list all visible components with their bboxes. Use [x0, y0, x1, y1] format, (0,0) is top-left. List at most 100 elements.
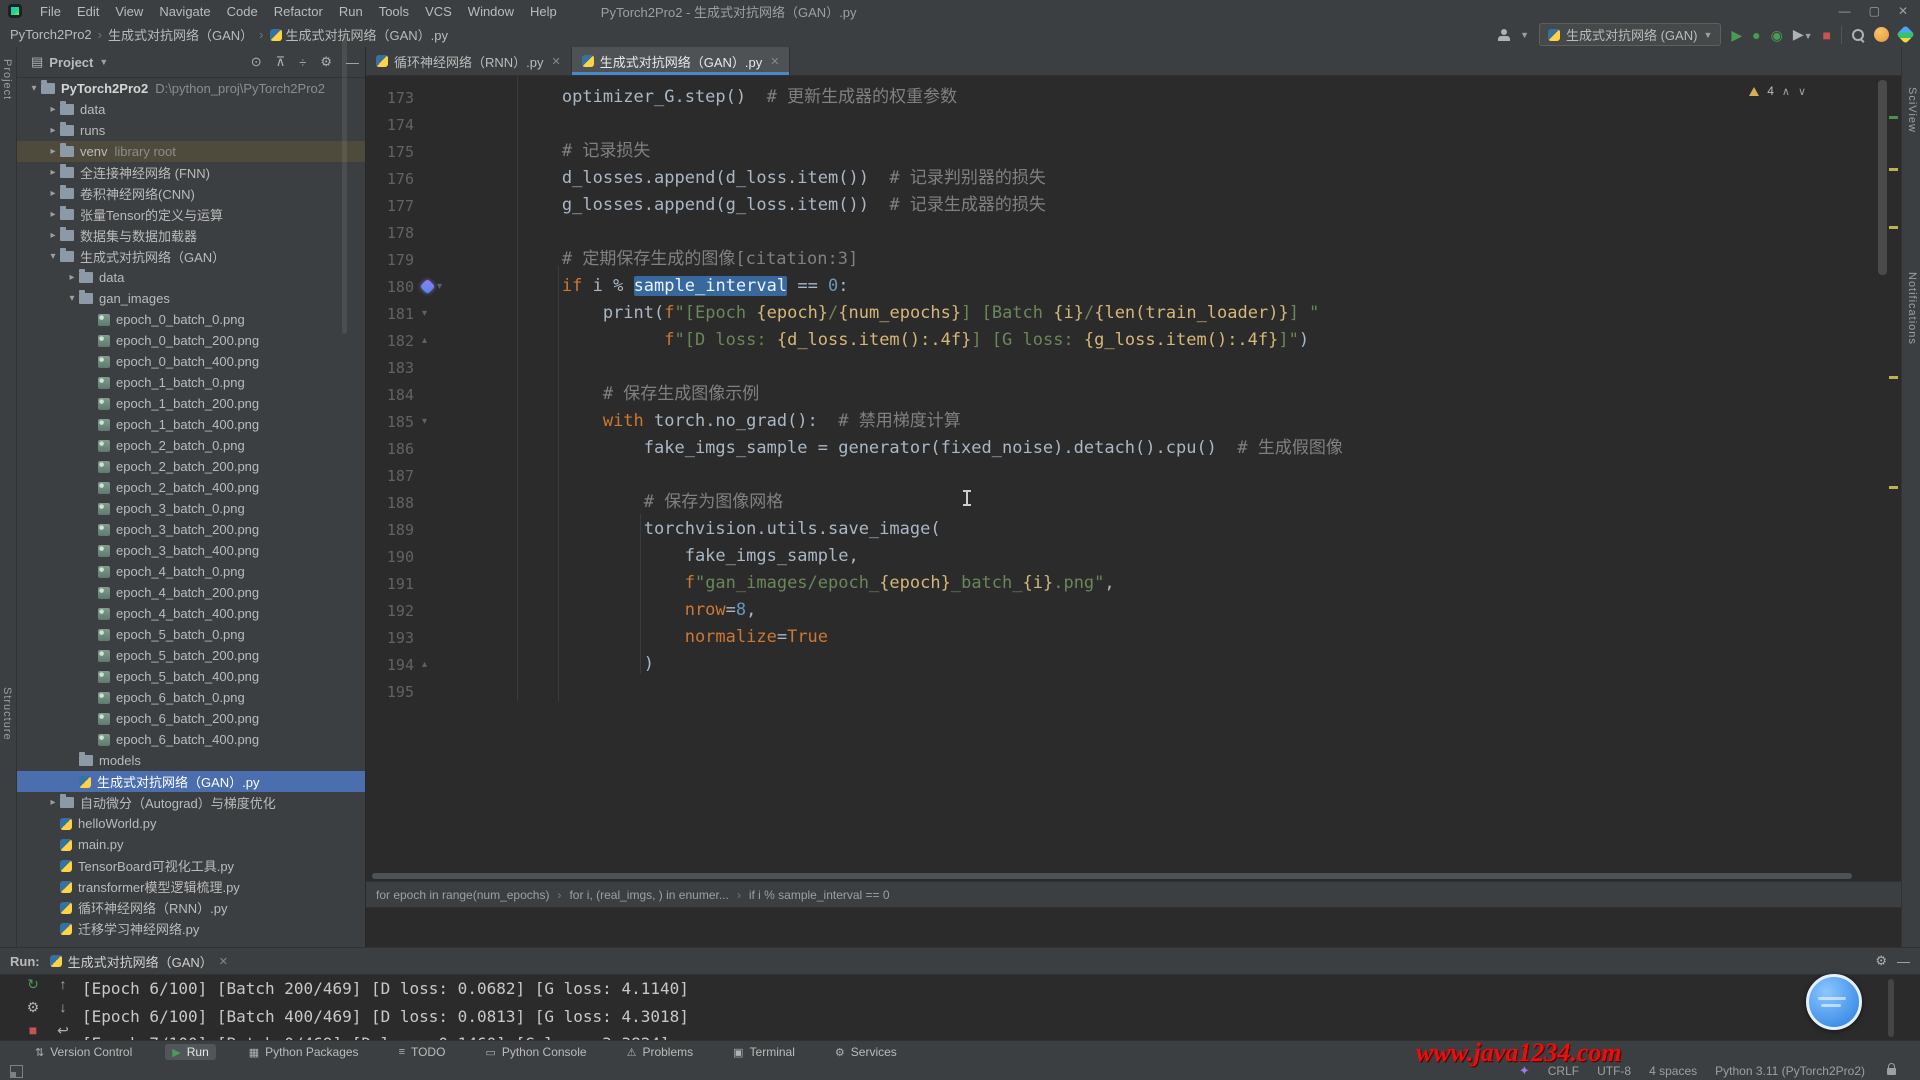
tree-row[interactable]: epoch_5_batch_0.png [17, 624, 365, 645]
code-line[interactable]: 186 fake_imgs_sample = generator(fixed_n… [366, 435, 1901, 462]
toolwindow-button-python-packages[interactable]: ▦Python Packages [242, 1044, 366, 1060]
prev-warning-icon[interactable]: ∧ [1782, 85, 1790, 98]
toolwindow-button-problems[interactable]: ⚠Problems [620, 1044, 701, 1060]
code-line[interactable]: 195 [366, 678, 1901, 705]
tree-row[interactable]: transformer模型逻辑梳理.py [17, 876, 365, 897]
tree-row[interactable]: ▸全连接神经网络 (FNN) [17, 162, 365, 183]
tree-row[interactable]: epoch_1_batch_0.png [17, 372, 365, 393]
tree-row[interactable]: ▸data [17, 99, 365, 120]
tool-stripe-sciview[interactable]: SciView [1906, 87, 1918, 133]
minimize-button[interactable]: — [1839, 4, 1851, 18]
code-line[interactable]: 174 [366, 111, 1901, 138]
fold-collapse-icon[interactable]: ▾ [422, 308, 427, 319]
run-tab[interactable]: 生成式对抗网络（GAN） ✕ [50, 952, 228, 971]
menu-item-navigate[interactable]: Navigate [151, 4, 218, 19]
editor-breadcrumb-item[interactable]: for epoch in range(num_epochs) [376, 888, 549, 902]
tree-row[interactable]: epoch_5_batch_400.png [17, 666, 365, 687]
chevron-right-icon[interactable]: ▸ [46, 797, 60, 808]
profiler-button[interactable]: ▶▼ [1793, 27, 1813, 43]
chevron-right-icon[interactable]: ▸ [46, 104, 60, 115]
run-configuration-select[interactable]: 生成式对抗网络 (GAN) ▼ [1539, 23, 1721, 46]
run-console[interactable]: [Epoch 6/100] [Batch 200/469] [D loss: 0… [82, 975, 1860, 1041]
fold-end-icon[interactable]: ▴ [422, 659, 427, 670]
next-warning-icon[interactable]: ∨ [1798, 85, 1806, 98]
tree-row[interactable]: helloWorld.py [17, 813, 365, 834]
floating-badge[interactable] [1806, 974, 1862, 1030]
console-scrollbar[interactable] [1888, 979, 1894, 1037]
breadcrumb-item[interactable]: 生成式对抗网络（GAN）.py [286, 25, 449, 44]
toolwindow-button-python-console[interactable]: ▭Python Console [478, 1044, 593, 1060]
chevron-right-icon[interactable]: ▸ [46, 230, 60, 241]
code-line[interactable]: 181▾ print(f"[Epoch {epoch}/{num_epochs}… [366, 300, 1901, 327]
tree-row[interactable]: epoch_1_batch_200.png [17, 393, 365, 414]
tree-row[interactable]: epoch_0_batch_200.png [17, 330, 365, 351]
code-line[interactable]: 190 fake_imgs_sample, [366, 543, 1901, 570]
user-icon[interactable] [1498, 29, 1510, 41]
tree-row[interactable]: epoch_5_batch_200.png [17, 645, 365, 666]
search-everywhere-icon[interactable] [1852, 29, 1864, 41]
tree-row[interactable]: ▸张量Tensor的定义与运算 [17, 204, 365, 225]
run-button[interactable]: ▶ [1731, 28, 1742, 42]
code-line[interactable]: 173 optimizer_G.step() # 更新生成器的权重参数 [366, 84, 1901, 111]
menu-item-vcs[interactable]: VCS [417, 4, 460, 19]
tree-row[interactable]: ▸卷积神经网络(CNN) [17, 183, 365, 204]
menu-item-run[interactable]: Run [331, 4, 371, 19]
tool-stripe-project[interactable]: Project [1, 59, 13, 100]
chevron-down-icon[interactable]: ▾ [65, 293, 79, 304]
rerun-icon[interactable]: ↻ [27, 977, 39, 991]
code-line[interactable]: 192 nrow=8, [366, 597, 1901, 624]
collapse-all-icon[interactable]: ⊼ [276, 54, 286, 70]
tree-row[interactable]: 循环神经网络（RNN）.py [17, 897, 365, 918]
chevron-right-icon[interactable]: ▸ [65, 272, 79, 283]
tree-row[interactable]: 生成式对抗网络（GAN）.py [17, 771, 365, 792]
editor-breadcrumb-item[interactable]: if i % sample_interval == 0 [749, 888, 890, 902]
status-item[interactable]: 4 spaces [1649, 1064, 1697, 1078]
chevron-right-icon[interactable]: ▸ [46, 146, 60, 157]
tree-row[interactable]: epoch_6_batch_400.png [17, 729, 365, 750]
menu-item-help[interactable]: Help [522, 4, 565, 19]
chevron-down-icon[interactable]: ▾ [27, 83, 41, 94]
breadcrumb-item[interactable]: 生成式对抗网络（GAN） [108, 25, 253, 44]
chevron-down-icon[interactable]: ▼ [99, 57, 108, 67]
toolwindow-button-todo[interactable]: ≡TODO [392, 1044, 453, 1060]
debug-button[interactable]: ● [1752, 28, 1760, 42]
code-line[interactable]: 187 [366, 462, 1901, 489]
editor-tab[interactable]: 生成式对抗网络（GAN）.py✕ [572, 47, 791, 75]
close-icon[interactable]: ✕ [219, 955, 228, 968]
chevron-right-icon[interactable]: ▸ [46, 167, 60, 178]
hide-panel-icon[interactable]: — [346, 55, 359, 70]
editor-scrollbar[interactable] [1878, 80, 1887, 275]
chevron-right-icon[interactable]: ▸ [46, 209, 60, 220]
lock-icon[interactable] [1887, 1068, 1896, 1075]
stop-button[interactable]: ■ [1823, 28, 1831, 42]
code-line[interactable]: 188 # 保存为图像网格 [366, 489, 1901, 516]
tree-row[interactable]: epoch_4_batch_0.png [17, 561, 365, 582]
tree-row[interactable]: ▸venvlibrary root [17, 141, 365, 162]
tree-row[interactable]: epoch_0_batch_0.png [17, 309, 365, 330]
code-line[interactable]: 189 torchvision.utils.save_image( [366, 516, 1901, 543]
fold-collapse-icon[interactable]: ▾ [437, 281, 442, 292]
up-stacktrace-icon[interactable]: ↑ [60, 977, 67, 991]
ai-assistant-icon[interactable] [1896, 25, 1914, 43]
code-line[interactable]: 179 # 定期保存生成的图像[citation:3] [366, 246, 1901, 273]
tree-row[interactable]: epoch_6_batch_200.png [17, 708, 365, 729]
toolwindow-button-run[interactable]: ▶Run [165, 1044, 215, 1060]
tree-row[interactable]: epoch_6_batch_0.png [17, 687, 365, 708]
status-item[interactable]: Python 3.11 (PyTorch2Pro2) [1715, 1064, 1865, 1078]
run-settings-icon[interactable]: ⚙ [27, 1000, 40, 1014]
tree-row[interactable]: epoch_3_batch_400.png [17, 540, 365, 561]
tree-row[interactable]: TensorBoard可视化工具.py [17, 855, 365, 876]
ai-suggestion-icon[interactable] [420, 279, 436, 295]
coverage-button[interactable]: ◉ [1771, 28, 1783, 42]
tree-row[interactable]: epoch_4_batch_200.png [17, 582, 365, 603]
project-panel-title[interactable]: Project [49, 55, 93, 70]
chevron-right-icon[interactable]: ▸ [46, 188, 60, 199]
code-with-me-icon[interactable] [1874, 27, 1889, 42]
hide-panel-icon[interactable]: — [1897, 954, 1910, 969]
tree-row[interactable]: 迁移学习神经网络.py [17, 918, 365, 939]
code-line[interactable]: 176 d_losses.append(d_loss.item()) # 记录判… [366, 165, 1901, 192]
editor-tab[interactable]: 循环神经网络（RNN）.py✕ [366, 47, 572, 75]
tree-row[interactable]: ▾gan_images [17, 288, 365, 309]
tree-row[interactable]: epoch_1_batch_400.png [17, 414, 365, 435]
code-line[interactable]: 177 g_losses.append(g_loss.item()) # 记录生… [366, 192, 1901, 219]
